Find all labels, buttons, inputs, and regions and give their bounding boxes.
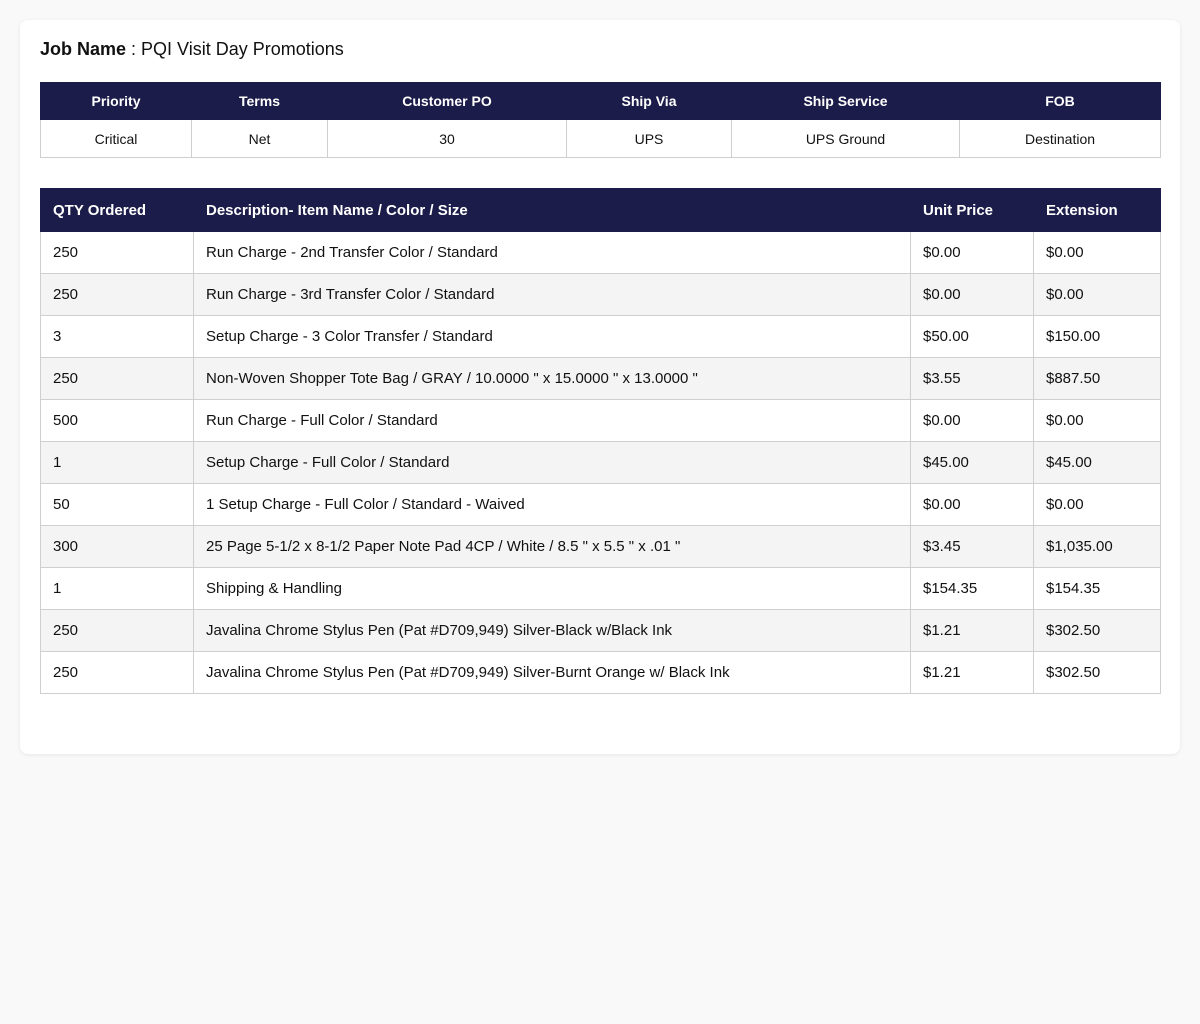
cell-description: 1 Setup Charge - Full Color / Standard -…	[193, 483, 911, 526]
cell-qty: 250	[40, 273, 194, 316]
table-row: 3 Setup Charge - 3 Color Transfer / Stan…	[40, 315, 1161, 358]
line-items-table: QTY Ordered Description- Item Name / Col…	[40, 188, 1161, 694]
cell-extension: $1,035.00	[1033, 525, 1161, 568]
cell-extension: $302.50	[1033, 609, 1161, 652]
cell-qty: 250	[40, 357, 194, 400]
table-row: 250 Run Charge - 3rd Transfer Color / St…	[40, 273, 1161, 316]
table-row: 250 Run Charge - 2nd Transfer Color / St…	[40, 231, 1161, 274]
cell-qty: 250	[40, 651, 194, 694]
job-name-value: PQI Visit Day Promotions	[141, 39, 344, 59]
cell-description: Javalina Chrome Stylus Pen (Pat #D709,94…	[193, 609, 911, 652]
cell-description: Setup Charge - Full Color / Standard	[193, 441, 911, 484]
value-priority: Critical	[40, 119, 192, 158]
cell-unit-price: $1.21	[910, 609, 1034, 652]
cell-unit-price: $3.45	[910, 525, 1034, 568]
line-items-header-row: QTY Ordered Description- Item Name / Col…	[40, 188, 1161, 232]
cell-extension: $0.00	[1033, 483, 1161, 526]
table-row: 250 Non-Woven Shopper Tote Bag / GRAY / …	[40, 357, 1161, 400]
cell-unit-price: $50.00	[910, 315, 1034, 358]
header-extension: Extension	[1033, 188, 1161, 232]
cell-unit-price: $45.00	[910, 441, 1034, 484]
cell-qty: 1	[40, 441, 194, 484]
cell-qty: 3	[40, 315, 194, 358]
cell-unit-price: $0.00	[910, 399, 1034, 442]
job-name-separator: :	[126, 39, 142, 59]
value-ship-via: UPS	[566, 119, 732, 158]
value-terms: Net	[191, 119, 328, 158]
cell-unit-price: $0.00	[910, 273, 1034, 316]
cell-unit-price: $154.35	[910, 567, 1034, 610]
cell-description: Javalina Chrome Stylus Pen (Pat #D709,94…	[193, 651, 911, 694]
cell-description: Setup Charge - 3 Color Transfer / Standa…	[193, 315, 911, 358]
cell-unit-price: $1.21	[910, 651, 1034, 694]
order-info-value-row: Critical Net 30 UPS UPS Ground Destinati…	[40, 119, 1161, 158]
header-unit-price: Unit Price	[910, 188, 1034, 232]
table-row: 1 Setup Charge - Full Color / Standard $…	[40, 441, 1161, 484]
job-name-label: Job Name	[40, 39, 127, 59]
table-row: 500 Run Charge - Full Color / Standard $…	[40, 399, 1161, 442]
header-description: Description- Item Name / Color / Size	[193, 188, 911, 232]
cell-extension: $0.00	[1033, 399, 1161, 442]
cell-description: Non-Woven Shopper Tote Bag / GRAY / 10.0…	[193, 357, 911, 400]
cell-description: Shipping & Handling	[193, 567, 911, 610]
header-customer-po: Customer PO	[327, 82, 567, 120]
cell-qty: 250	[40, 609, 194, 652]
header-priority: Priority	[40, 82, 192, 120]
value-ship-service: UPS Ground	[731, 119, 960, 158]
header-terms: Terms	[191, 82, 328, 120]
cell-extension: $0.00	[1033, 231, 1161, 274]
header-qty-ordered: QTY Ordered	[40, 188, 194, 232]
table-row: 50 1 Setup Charge - Full Color / Standar…	[40, 483, 1161, 526]
cell-extension: $154.35	[1033, 567, 1161, 610]
cell-qty: 300	[40, 525, 194, 568]
header-ship-via: Ship Via	[566, 82, 732, 120]
cell-extension: $45.00	[1033, 441, 1161, 484]
job-name-line: Job Name : PQI Visit Day Promotions	[40, 38, 344, 60]
table-row: 250 Javalina Chrome Stylus Pen (Pat #D70…	[40, 651, 1161, 694]
cell-qty: 1	[40, 567, 194, 610]
table-row: 300 25 Page 5-1/2 x 8-1/2 Paper Note Pad…	[40, 525, 1161, 568]
cell-unit-price: $3.55	[910, 357, 1034, 400]
value-fob: Destination	[959, 119, 1161, 158]
cell-qty: 50	[40, 483, 194, 526]
cell-extension: $887.50	[1033, 357, 1161, 400]
cell-qty: 500	[40, 399, 194, 442]
cell-description: Run Charge - 3rd Transfer Color / Standa…	[193, 273, 911, 316]
header-fob: FOB	[959, 82, 1161, 120]
header-ship-service: Ship Service	[731, 82, 960, 120]
cell-extension: $302.50	[1033, 651, 1161, 694]
table-row: 250 Javalina Chrome Stylus Pen (Pat #D70…	[40, 609, 1161, 652]
value-customer-po: 30	[327, 119, 567, 158]
cell-description: Run Charge - Full Color / Standard	[193, 399, 911, 442]
order-info-table: Priority Terms Customer PO Ship Via Ship…	[40, 82, 1161, 158]
table-row: 1 Shipping & Handling $154.35 $154.35	[40, 567, 1161, 610]
cell-unit-price: $0.00	[910, 483, 1034, 526]
cell-description: 25 Page 5-1/2 x 8-1/2 Paper Note Pad 4CP…	[193, 525, 911, 568]
cell-description: Run Charge - 2nd Transfer Color / Standa…	[193, 231, 911, 274]
order-info-header-row: Priority Terms Customer PO Ship Via Ship…	[40, 82, 1161, 120]
cell-unit-price: $0.00	[910, 231, 1034, 274]
cell-qty: 250	[40, 231, 194, 274]
order-card: Job Name : PQI Visit Day Promotions Prio…	[20, 20, 1180, 754]
cell-extension: $0.00	[1033, 273, 1161, 316]
cell-extension: $150.00	[1033, 315, 1161, 358]
